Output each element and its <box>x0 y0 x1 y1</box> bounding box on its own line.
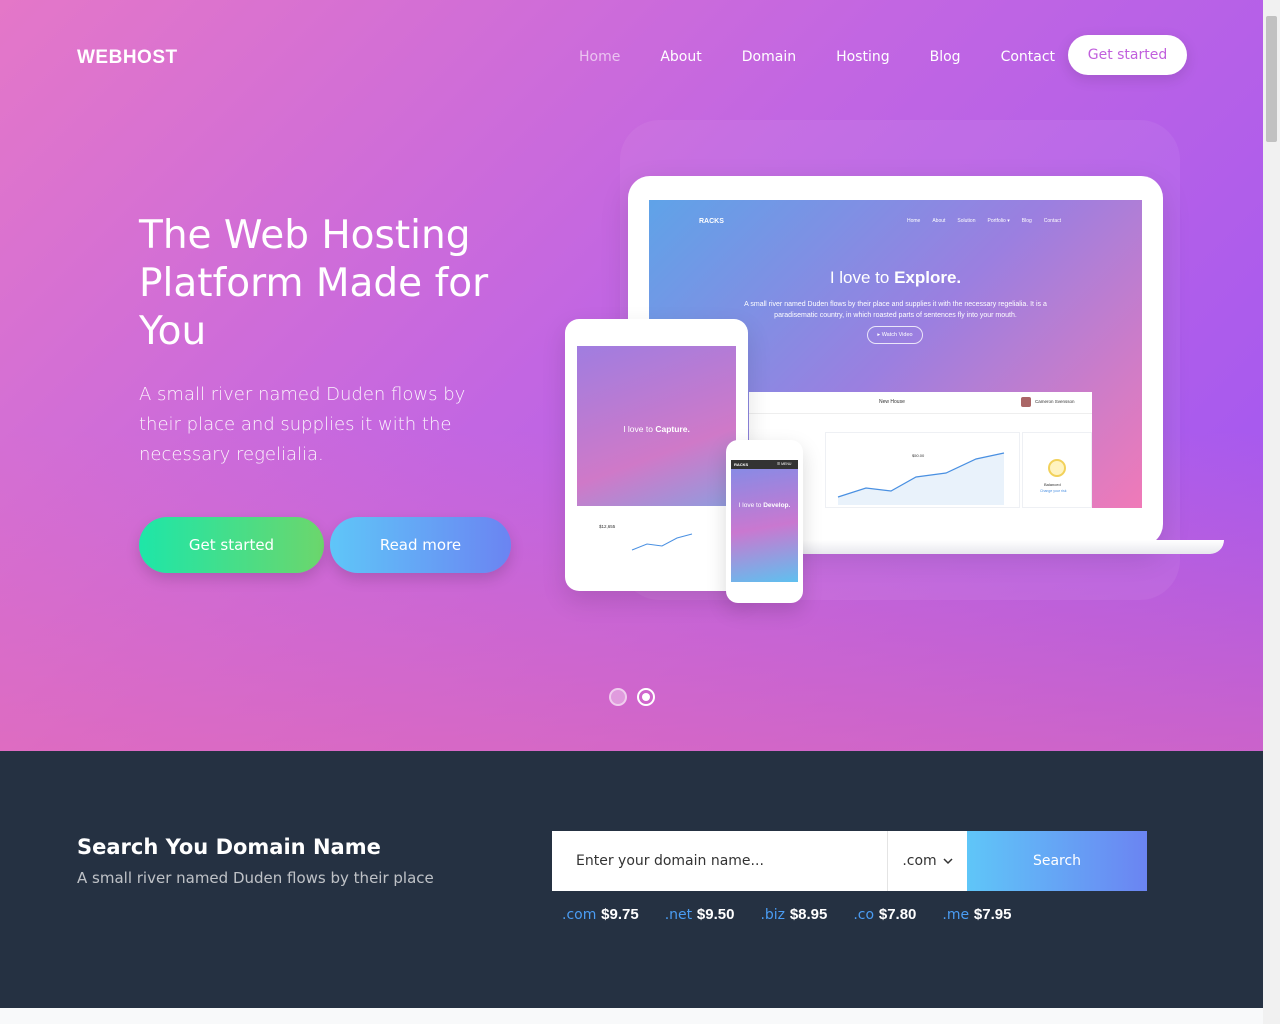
mockup-title-prefix: I love to <box>829 268 895 287</box>
mockup-brand: RACKS <box>699 218 724 225</box>
slider-dot-2[interactable] <box>637 688 655 706</box>
tld-select[interactable]: .com <box>887 831 967 891</box>
mockup-menu-item: Blog <box>1021 218 1032 224</box>
price-value: $7.80 <box>878 906 917 923</box>
tablet-title-prefix: I love to <box>623 424 656 434</box>
mockup-dashboard-bar: New House Cameron Svensson <box>749 392 1092 414</box>
price-tld: .co <box>853 907 875 923</box>
hero-subtitle: A small river named Duden flows by their… <box>139 384 466 465</box>
nav-get-started-button[interactable]: Get started <box>1068 35 1187 75</box>
tablet-title-bold: Capture. <box>655 424 690 434</box>
phone-topbar: RACKS ☰ MENU <box>731 460 798 469</box>
price-item: .co $7.80 <box>853 905 916 923</box>
nav-item-contact[interactable]: Contact <box>1001 49 1055 65</box>
tld-selected-value: .com <box>902 853 937 869</box>
page-scrollbar[interactable] <box>1263 0 1280 1024</box>
tablet-screen: I love to Capture. $12,655 <box>577 346 736 566</box>
domain-input[interactable] <box>552 831 887 891</box>
phone-title: I love to Develop. <box>731 502 798 509</box>
slider-dot-1[interactable] <box>609 688 627 706</box>
nav-item-hosting[interactable]: Hosting <box>836 49 890 65</box>
mockup-menu-item: Contact <box>1043 218 1061 224</box>
nav-item-about[interactable]: About <box>660 49 701 65</box>
page-bottom <box>0 1008 1263 1024</box>
domain-title: Search You Domain Name <box>77 835 381 859</box>
mockup-card: $50.00 <box>825 432 1020 508</box>
mockup-avatar <box>1021 397 1031 407</box>
mockup-menu-item: Home <box>907 218 921 224</box>
hero-section: WEBHOST Home About Domain Hosting Blog C… <box>0 0 1263 751</box>
nav-menu: Home About Domain Hosting Blog Contact <box>579 49 1095 65</box>
mockup-user: Cameron Svensson <box>1035 399 1075 404</box>
hero-read-more-button[interactable]: Read more <box>330 517 511 573</box>
price-item: .net $9.50 <box>665 905 735 923</box>
price-item: .com $9.75 <box>562 905 639 923</box>
phone-brand: RACKS <box>734 462 749 467</box>
mockup-gauge-icon <box>1048 459 1066 477</box>
mockup-menu: Home About Solution Portfolio ▾ Blog Con… <box>907 218 1073 224</box>
nav-item-home[interactable]: Home <box>579 49 620 65</box>
price-tld: .com <box>562 907 597 923</box>
price-item: .biz $8.95 <box>760 905 827 923</box>
top-navbar: WEBHOST Home About Domain Hosting Blog C… <box>0 0 1263 110</box>
mockup-menu-item: About <box>932 218 946 224</box>
domain-search-form: .com Search <box>552 831 1147 891</box>
tablet-mockup: I love to Capture. $12,655 <box>565 319 748 591</box>
mockup-title-bold: Explore. <box>894 268 962 287</box>
price-value: $7.95 <box>973 906 1012 923</box>
phone-title-prefix: I love to <box>738 502 764 509</box>
hero-get-started-button[interactable]: Get started <box>139 517 324 573</box>
price-item: .me $7.95 <box>942 905 1011 923</box>
phone-screen: RACKS ☰ MENU I love to Develop. <box>731 460 798 582</box>
domain-search-section: Search You Domain Name A small river nam… <box>0 751 1263 1008</box>
mockup-dash-item: New House <box>879 399 905 405</box>
mockup-card: Balanced Change your risk <box>1022 432 1092 508</box>
price-value: $8.95 <box>789 906 828 923</box>
mockup-menu-item: Portfolio ▾ <box>987 218 1010 224</box>
phone-title-bold: Develop. <box>763 502 791 509</box>
tablet-line-chart <box>631 533 693 551</box>
mockup-text: A small river named Duden flows by their… <box>744 301 1047 319</box>
hero-title: The Web Hosting Platform Made for You <box>139 213 489 354</box>
tablet-dashboard: $12,655 <box>577 506 736 566</box>
price-value: $9.75 <box>601 906 639 923</box>
domain-subtitle: A small river named Duden flows by their… <box>77 869 434 887</box>
mockup-chart-value: $50.00 <box>912 453 925 458</box>
price-tld: .net <box>664 907 693 923</box>
chevron-down-icon <box>943 855 953 868</box>
price-tld: .me <box>942 907 970 923</box>
mockup-menu-item: Solution <box>957 218 976 224</box>
mockup-status: Balanced <box>1044 482 1061 487</box>
nav-item-domain[interactable]: Domain <box>742 49 796 65</box>
price-tld: .biz <box>760 907 786 923</box>
slider-dots <box>609 688 665 706</box>
mockup-line-chart <box>837 452 1005 505</box>
nav-item-blog[interactable]: Blog <box>930 49 961 65</box>
domain-search-button[interactable]: Search <box>967 831 1147 891</box>
phone-mockup: RACKS ☰ MENU I love to Develop. <box>726 440 803 603</box>
mockup-status-link: Change your risk <box>1040 489 1067 493</box>
scrollbar-thumb[interactable] <box>1266 16 1277 142</box>
brand-logo[interactable]: WEBHOST <box>77 47 178 69</box>
price-value: $9.50 <box>696 906 735 923</box>
tablet-title: I love to Capture. <box>577 424 736 434</box>
mockup-watch-video: ▸ Watch Video <box>867 326 923 344</box>
domain-price-list: .com $9.75 .net $9.50 .biz $8.95 .co $7.… <box>562 905 1037 923</box>
phone-menu: ☰ MENU <box>777 462 792 466</box>
mockup-title: I love to Explore. <box>649 268 1142 288</box>
